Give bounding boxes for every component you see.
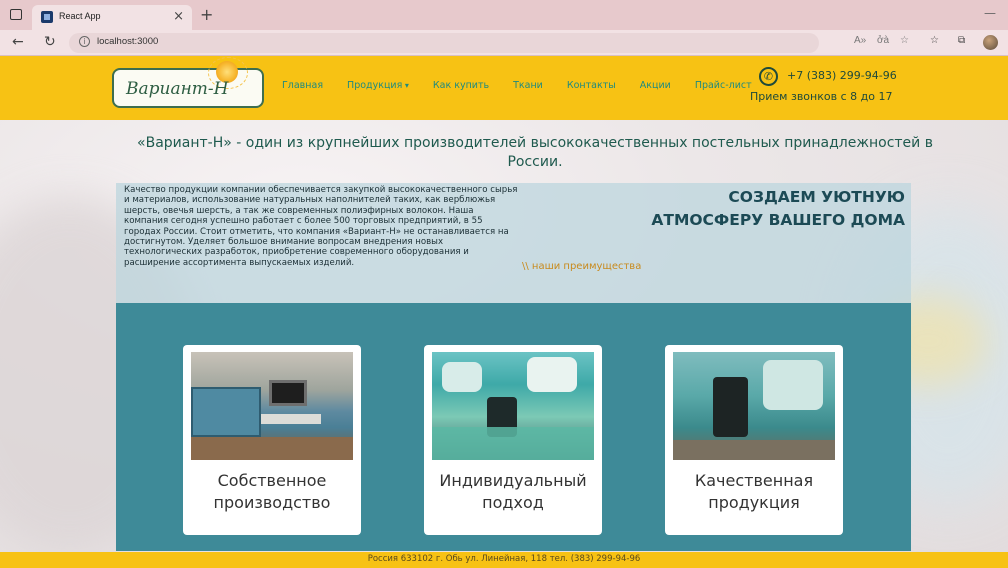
minimize-icon[interactable]: — [984,6,996,20]
site-info-icon[interactable]: i [79,36,90,47]
address-bar-row: ← ↻ i localhost:3000 A» ởà ☆ ☆ ⧉ [0,30,1008,56]
feature-card-label: Собственное производство [183,470,361,514]
tab-title: React App [59,11,101,21]
nav-price-list[interactable]: Прайс-лист [695,80,752,91]
tab-favicon-icon [41,11,53,23]
feature-card-label: Индивидуальный подход [424,470,602,514]
feature-card-individual[interactable]: Индивидуальный подход [424,345,602,535]
nav-home[interactable]: Главная [282,80,323,91]
card-label-line-2: производство [213,493,331,512]
features-panel: Собственное производство Индивидуальный … [116,303,911,551]
back-arrow-icon[interactable]: ← [12,34,24,50]
phone-number[interactable]: +7 (383) 299-94-96 [787,69,897,82]
card-label-line-1: Индивидуальный [439,471,587,490]
favorite-star-icon[interactable]: ☆ [900,35,909,46]
nav-contacts[interactable]: Контакты [567,80,616,91]
collections-icon[interactable]: ⧉ [958,35,965,46]
logo-text: Вариант-Н [126,79,229,99]
webpage: Вариант-Н Главная Продукция Как купить Т… [0,56,1008,568]
advantages-link[interactable]: \\ наши преимущества [522,261,641,272]
nav-fabrics[interactable]: Ткани [513,80,543,91]
site-header: Вариант-Н Главная Продукция Как купить Т… [0,56,1008,120]
tab-close-icon[interactable]: × [173,9,184,24]
nav-promotions[interactable]: Акции [640,80,671,91]
site-footer: Россия 633102 г. Обь ул. Линейная, 118 т… [0,552,1008,568]
translate-icon[interactable]: ởà [877,35,889,46]
slogan: СОЗДАЕМ УЮТНУЮ АТМОСФЕРУ ВАШЕГО ДОМА [651,186,905,232]
card-label-line-1: Качественная [694,471,814,490]
quality-products-photo [673,352,835,460]
feature-card-label: Качественная продукция [665,470,843,514]
card-label-line-2: продукция [708,493,800,512]
card-label-line-2: подход [482,493,544,512]
profile-avatar[interactable] [983,35,998,50]
nav-products[interactable]: Продукция [347,80,409,91]
read-aloud-icon[interactable]: A» [854,35,866,46]
window-menu-icon[interactable] [10,9,22,20]
about-panel: Качество продукции компании обеспечивает… [116,183,911,303]
site-logo[interactable]: Вариант-Н [112,57,264,108]
url-text: localhost:3000 [97,36,159,47]
browser-tab-bar: React App × + — [0,0,1008,30]
feature-card-quality[interactable]: Качественная продукция [665,345,843,535]
url-field[interactable]: i localhost:3000 [69,33,819,53]
footer-address: Россия 633102 г. Обь ул. Линейная, 118 т… [367,554,641,564]
call-hours: Прием звонков с 8 до 17 [750,90,893,103]
reload-icon[interactable]: ↻ [44,34,56,50]
nav-how-to-buy[interactable]: Как купить [433,80,489,91]
feature-card-production[interactable]: Собственное производство [183,345,361,535]
new-tab-icon[interactable]: + [200,5,213,24]
main-nav: Главная Продукция Как купить Ткани Конта… [282,80,776,91]
favorites-list-icon[interactable]: ☆ [930,35,939,46]
hero-title: «Вариант-Н» - один из крупнейших произво… [137,135,933,170]
browser-tab[interactable]: React App × [32,5,192,30]
slogan-line-1: СОЗДАЕМ УЮТНУЮ [728,188,905,206]
card-label-line-1: Собственное [217,471,327,490]
individual-approach-photo [432,352,594,460]
slogan-line-2: АТМОСФЕРУ ВАШЕГО ДОМА [651,211,905,229]
phone-icon: ✆ [759,67,778,86]
about-text: Качество продукции компании обеспечивает… [124,185,518,268]
production-photo [191,352,353,460]
